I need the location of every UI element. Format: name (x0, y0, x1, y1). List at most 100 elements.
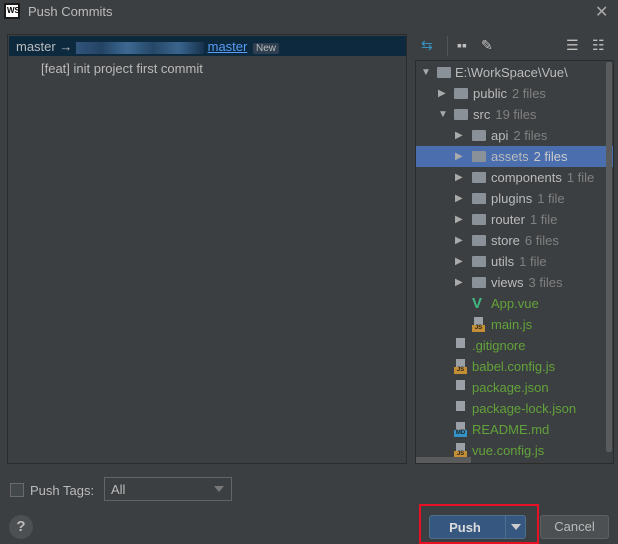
root-path: E:\WorkSpace\Vue\ (455, 65, 568, 80)
folder-icon (454, 88, 468, 99)
tree-file[interactable]: JS main.js (416, 314, 613, 335)
file-count: 3 files (528, 275, 563, 290)
tree-folder[interactable]: ▶ store 6 files (416, 230, 613, 251)
folder-name: store (491, 233, 520, 248)
toolbar-divider (447, 36, 448, 56)
collapsed-arrow-icon[interactable]: ▶ (455, 230, 463, 251)
push-dropdown-icon[interactable] (511, 524, 521, 530)
collapsed-arrow-icon[interactable]: ▶ (455, 167, 463, 188)
file-count: 19 files (495, 107, 537, 122)
source-branch: master (16, 39, 56, 54)
file-count: 1 file (566, 170, 595, 185)
vue-file-icon: V (472, 295, 483, 312)
file-count: 2 files (511, 86, 546, 101)
chevron-down-icon (214, 486, 224, 492)
horizontal-scrollbar[interactable] (416, 457, 471, 463)
file-name: README.md (472, 422, 550, 437)
collapsed-arrow-icon[interactable]: ▶ (455, 272, 463, 293)
folder-name: utils (491, 254, 515, 269)
folder-name: src (473, 107, 491, 122)
collapsed-arrow-icon[interactable]: ▶ (455, 146, 463, 167)
folder-name: views (491, 275, 524, 290)
folder-icon (472, 214, 486, 225)
json-file-icon (454, 401, 467, 416)
changes-toolbar: ⇆ ▪▪ ✎ ☰ ☷ (415, 34, 615, 58)
folder-name: components (491, 170, 562, 185)
file-name: .gitignore (472, 338, 526, 353)
branch-row[interactable]: master → master New (9, 36, 406, 56)
changed-files-tree: ▼ E:\WorkSpace\Vue\ ▶ public 2 files ▼ sr… (415, 60, 614, 464)
cancel-button[interactable]: Cancel (540, 515, 609, 539)
file-count: 1 file (519, 254, 547, 269)
file-count: 1 file (537, 191, 565, 206)
folder-icon (472, 151, 486, 162)
window-title: Push Commits (28, 4, 113, 19)
tree-file[interactable]: .gitignore (416, 335, 613, 356)
vertical-scrollbar[interactable] (606, 62, 612, 452)
collapsed-arrow-icon[interactable]: ▶ (455, 188, 463, 209)
push-tags-label: Push Tags: (30, 483, 95, 498)
tree-file[interactable]: MD README.md (416, 419, 613, 440)
collapse-all-icon[interactable]: ☷ (592, 37, 605, 54)
folder-name: api (491, 128, 509, 143)
tree-folder[interactable]: ▶ router 1 file (416, 209, 613, 230)
commit-item[interactable]: [feat] init project first commit (41, 61, 203, 76)
commits-panel: master → master New [feat] init project … (7, 34, 407, 464)
collapsed-arrow-icon[interactable]: ▶ (438, 83, 446, 104)
file-count: 1 file (529, 212, 558, 227)
file-count: 2 files (513, 128, 548, 143)
tree-folder[interactable]: ▶ utils 1 file (416, 251, 613, 272)
collapsed-arrow-icon[interactable]: ▶ (455, 125, 463, 146)
js-file-icon: JS (454, 359, 467, 374)
collapsed-arrow-icon[interactable]: ▶ (455, 209, 463, 230)
js-file-icon: JS (472, 317, 485, 332)
remote-name-blurred (75, 41, 204, 54)
folder-icon (472, 130, 486, 141)
push-tags-select[interactable]: All (104, 477, 232, 501)
tree-folder[interactable]: ▶ api 2 files (416, 125, 613, 146)
expanded-arrow-icon[interactable]: ▼ (438, 104, 448, 125)
folder-name: plugins (491, 191, 533, 206)
collapse-arrows-icon[interactable]: ⇆ (421, 37, 433, 54)
title-bar: WS Push Commits ✕ (0, 0, 618, 24)
target-branch-link[interactable]: master (208, 39, 248, 54)
tree-file[interactable]: package-lock.json (416, 398, 613, 419)
markdown-file-icon: MD (454, 422, 467, 437)
file-name: package-lock.json (472, 401, 577, 416)
file-name: main.js (491, 317, 533, 332)
tree-root[interactable]: ▼ E:\WorkSpace\Vue\ (416, 62, 613, 83)
file-name: babel.config.js (472, 359, 556, 374)
folder-icon (472, 193, 486, 204)
group-by-icon[interactable]: ▪▪ (457, 37, 467, 53)
push-button[interactable]: Push (429, 515, 526, 539)
tree-file[interactable]: JS babel.config.js (416, 356, 613, 377)
new-badge: New (252, 43, 279, 54)
tree-folder[interactable]: ▶ public 2 files (416, 83, 613, 104)
ignore-file-icon (454, 338, 467, 353)
push-divider (505, 516, 506, 538)
expand-all-icon[interactable]: ☰ (566, 37, 579, 54)
tree-folder[interactable]: ▼ src 19 files (416, 104, 613, 125)
expanded-arrow-icon[interactable]: ▼ (421, 62, 431, 83)
folder-icon (472, 235, 486, 246)
js-file-icon: JS (454, 443, 467, 458)
push-label: Push (449, 520, 481, 535)
folder-icon (454, 109, 468, 120)
edit-icon[interactable]: ✎ (481, 37, 493, 54)
tree-folder[interactable]: ▶ views 3 files (416, 272, 613, 293)
tree-folder[interactable]: ▶ plugins 1 file (416, 188, 613, 209)
folder-icon (472, 256, 486, 267)
tree-file[interactable]: V App.vue (416, 293, 613, 314)
webstorm-logo-icon: WS (4, 3, 20, 19)
close-icon[interactable]: ✕ (595, 2, 608, 22)
tree-folder-selected[interactable]: ▶ assets 2 files (416, 146, 613, 167)
file-count: 6 files (524, 233, 559, 248)
file-name: package.json (472, 380, 549, 395)
push-tags-checkbox[interactable] (10, 483, 24, 497)
help-button[interactable]: ? (9, 515, 33, 539)
tree-file[interactable]: package.json (416, 377, 613, 398)
folder-name: router (491, 212, 525, 227)
file-count: 2 files (533, 149, 568, 164)
tree-folder[interactable]: ▶ components 1 file (416, 167, 613, 188)
collapsed-arrow-icon[interactable]: ▶ (455, 251, 463, 272)
